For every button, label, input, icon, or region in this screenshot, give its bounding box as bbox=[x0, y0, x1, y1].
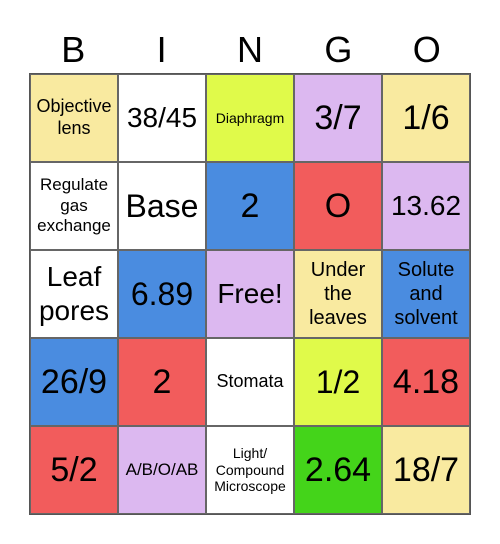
bingo-header: B I N G O bbox=[29, 28, 471, 72]
bingo-cell[interactable]: Regulate gas exchange bbox=[30, 162, 118, 250]
header-letter: I bbox=[156, 29, 167, 70]
bingo-cell[interactable]: Leaf pores bbox=[30, 250, 118, 338]
bingo-cell[interactable]: A/B/O/AB bbox=[118, 426, 206, 514]
bingo-cell[interactable]: Objective lens bbox=[30, 74, 118, 162]
bingo-cell[interactable]: 2 bbox=[206, 162, 294, 250]
bingo-cell[interactable]: Base bbox=[118, 162, 206, 250]
bingo-cell[interactable]: 1/2 bbox=[294, 338, 382, 426]
bingo-cell[interactable]: 26/9 bbox=[30, 338, 118, 426]
bingo-cell[interactable]: 2 bbox=[118, 338, 206, 426]
bingo-cell[interactable]: Under the leaves bbox=[294, 250, 382, 338]
bingo-cell[interactable]: Solute and solvent bbox=[382, 250, 470, 338]
bingo-cell[interactable]: 5/2 bbox=[30, 426, 118, 514]
bingo-cell[interactable]: Diaphragm bbox=[206, 74, 294, 162]
bingo-cell-free[interactable]: Free! bbox=[206, 250, 294, 338]
bingo-cell[interactable]: 1/6 bbox=[382, 74, 470, 162]
header-letter: N bbox=[236, 29, 263, 70]
bingo-cell[interactable]: 38/45 bbox=[118, 74, 206, 162]
header-letter: B bbox=[61, 29, 86, 70]
bingo-cell[interactable]: O bbox=[294, 162, 382, 250]
bingo-card: Objective lens 38/45 Diaphragm 3/7 1/6 R… bbox=[29, 73, 471, 515]
bingo-cell[interactable]: 13.62 bbox=[382, 162, 470, 250]
header-letter: O bbox=[412, 29, 441, 70]
bingo-cell[interactable]: 6.89 bbox=[118, 250, 206, 338]
bingo-cell[interactable]: 2.64 bbox=[294, 426, 382, 514]
bingo-cell[interactable]: 18/7 bbox=[382, 426, 470, 514]
bingo-cell[interactable]: 3/7 bbox=[294, 74, 382, 162]
bingo-cell[interactable]: Stomata bbox=[206, 338, 294, 426]
bingo-cell[interactable]: Light/ Compound Microscope bbox=[206, 426, 294, 514]
header-letter: G bbox=[324, 29, 353, 70]
bingo-cell[interactable]: 4.18 bbox=[382, 338, 470, 426]
